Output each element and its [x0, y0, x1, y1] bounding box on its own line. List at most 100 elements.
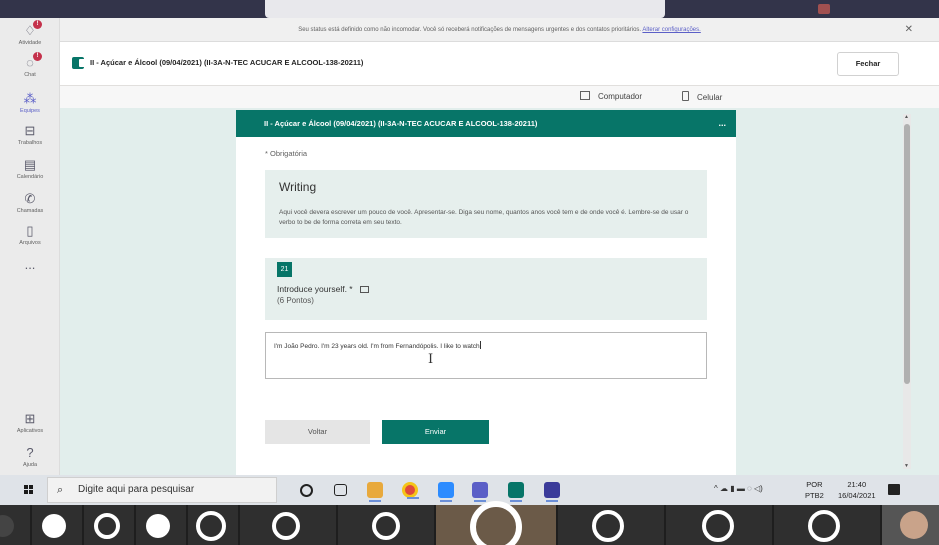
view-toggle-bar: Computador Celular	[60, 86, 939, 108]
participant-avatar	[470, 501, 522, 545]
teams-search-box[interactable]	[265, 0, 665, 18]
rail-item-more[interactable]: ...	[0, 258, 60, 294]
action-center-icon[interactable]	[888, 484, 900, 495]
clock[interactable]: 21:40 16/04/2021	[838, 479, 876, 501]
apps-icon: ⊞	[24, 411, 36, 426]
file-explorer-icon[interactable]	[367, 482, 383, 502]
title-bar	[0, 0, 939, 18]
mobile-view-label: Celular	[697, 93, 723, 102]
cortana-icon[interactable]	[300, 484, 313, 497]
submit-button[interactable]: Enviar	[382, 420, 489, 444]
rail-label: Trabalhos	[17, 140, 43, 146]
zoom-icon[interactable]	[438, 482, 454, 502]
question-block: 21 Introduce yourself. * (6 Pontos)	[265, 258, 707, 320]
participant-tile[interactable]	[136, 505, 186, 545]
forms-icon	[72, 57, 85, 69]
close-button[interactable]: Fechar	[837, 52, 899, 76]
text-caret	[479, 341, 481, 349]
rail-label: Calendário	[16, 174, 44, 180]
participant-tile[interactable]	[338, 505, 434, 545]
participant-tile[interactable]	[32, 505, 82, 545]
back-button[interactable]: Voltar	[265, 420, 370, 444]
desktop-view-label: Computador	[598, 92, 643, 101]
change-settings-link[interactable]: Alterar configurações.	[642, 27, 700, 33]
text-cursor-icon: I	[428, 352, 434, 367]
phone-icon: ✆	[24, 191, 36, 206]
mobile-view-toggle[interactable]: Celular	[682, 91, 722, 102]
rail-label: Arquivos	[19, 240, 41, 246]
word-icon[interactable]	[544, 482, 560, 502]
participant-avatar	[702, 510, 734, 542]
scrollbar-thumb[interactable]	[904, 124, 910, 384]
profile-avatar[interactable]	[818, 4, 830, 14]
rail-item-calendar[interactable]: ▤ Calendário	[0, 158, 60, 194]
scroll-down-icon[interactable]: ▼	[904, 463, 909, 469]
participant-tile[interactable]	[240, 505, 336, 545]
screen: ♢! Atividade ◌! Chat ⁂ Equipes ⊟ Trabalh…	[0, 0, 939, 545]
desktop-view-toggle[interactable]: Computador	[580, 91, 642, 101]
help-icon: ?	[26, 445, 34, 460]
keyboard-layout: PTB2	[805, 491, 824, 500]
taskbar-search[interactable]: ⌕ Digite aqui para pesquisar	[47, 477, 277, 503]
participant-tile[interactable]	[666, 505, 772, 545]
search-icon: ⌕	[57, 484, 64, 496]
meeting-video-strip	[0, 501, 939, 545]
participant-tile[interactable]	[0, 505, 30, 545]
participant-avatar	[146, 514, 170, 538]
section-block: Writing Aqui você devera escrever um pou…	[265, 170, 707, 238]
forms-app-icon[interactable]	[508, 482, 524, 502]
participant-tile[interactable]	[558, 505, 664, 545]
taskbar-search-placeholder: Digite aqui para pesquisar	[78, 484, 195, 495]
participant-tile[interactable]	[882, 505, 939, 545]
question-number: 21	[277, 262, 292, 277]
participant-avatar	[272, 512, 300, 540]
rail-label: Chamadas	[16, 208, 44, 214]
scroll-up-icon[interactable]: ▲	[904, 114, 909, 120]
participant-avatar	[196, 511, 226, 541]
windows-start-icon[interactable]	[24, 485, 34, 495]
rail-item-chat[interactable]: ◌! Chat	[0, 52, 60, 92]
participant-tile[interactable]	[188, 505, 238, 545]
scrollbar[interactable]: ▲ ▼	[903, 114, 911, 469]
clock-date: 16/04/2021	[838, 491, 876, 500]
windows-taskbar: ⌕ Digite aqui para pesquisar ^ ☁ ▮ ▬ ◌ ◁…	[0, 475, 939, 505]
rail-item-apps[interactable]: ⊞ Aplicativos	[0, 412, 60, 448]
answer-value: I'm João Pedro. I'm 23 years old. I'm fr…	[274, 343, 480, 350]
phone-icon	[682, 91, 689, 101]
participant-tile[interactable]	[436, 501, 556, 545]
participant-avatar	[808, 510, 840, 542]
participant-avatar	[42, 514, 66, 538]
task-view-icon[interactable]	[334, 484, 347, 496]
rail-item-files[interactable]: ▯ Arquivos	[0, 224, 60, 260]
notification-text: Seu status está definido como não incomo…	[298, 27, 642, 33]
chrome-icon[interactable]	[402, 482, 419, 499]
answer-textarea[interactable]: I'm João Pedro. I'm 23 years old. I'm fr…	[265, 332, 707, 379]
rail-label: Equipes	[20, 108, 40, 114]
teams-app-icon[interactable]	[472, 482, 488, 502]
app-rail: ♢! Atividade ◌! Chat ⁂ Equipes ⊟ Trabalh…	[0, 18, 60, 475]
notification-badge: !	[33, 20, 42, 29]
immersive-reader-icon[interactable]	[359, 286, 369, 293]
language-code: POR	[806, 480, 823, 489]
briefcase-icon: ⊟	[24, 123, 36, 138]
question-text: Introduce yourself. *	[277, 284, 353, 294]
participant-photo	[900, 511, 928, 539]
monitor-icon	[580, 91, 590, 100]
teams-icon: ⁂	[23, 91, 37, 106]
participant-tile[interactable]	[84, 505, 134, 545]
bell-icon: ♢!	[23, 20, 42, 38]
rail-label: Chat	[24, 72, 36, 78]
question-title: Introduce yourself. *	[277, 284, 369, 294]
participant-avatar	[372, 512, 400, 540]
section-description: Aqui você devera escrever um pouco de vo…	[279, 209, 689, 226]
rail-item-assignments[interactable]: ⊟ Trabalhos	[0, 124, 60, 160]
app-title: II - Açúcar e Álcool (09/04/2021) (II-3A…	[90, 58, 364, 67]
file-icon: ▯	[26, 223, 34, 238]
language-indicator[interactable]: POR PTB2	[805, 479, 824, 501]
system-tray-icons[interactable]: ^ ☁ ▮ ▬ ◌ ◁)	[714, 484, 763, 493]
calendar-icon: ▤	[23, 157, 37, 172]
participant-tile[interactable]	[774, 505, 880, 545]
close-icon[interactable]: ✕	[905, 18, 913, 42]
more-options-icon[interactable]: ...	[718, 110, 726, 137]
participant-avatar	[94, 513, 120, 539]
